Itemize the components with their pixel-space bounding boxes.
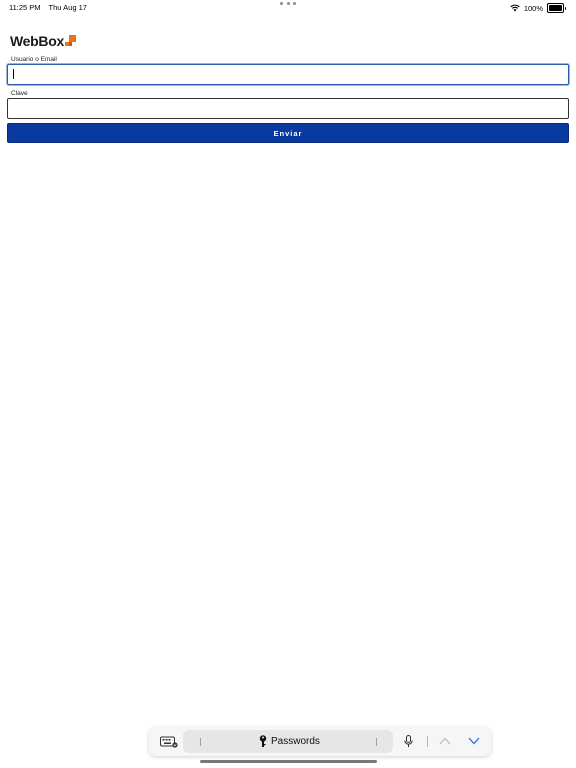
passwords-button[interactable]: Passwords <box>183 730 393 753</box>
submit-button[interactable]: Enviar <box>7 123 569 143</box>
microphone-icon[interactable] <box>404 735 413 748</box>
username-label: Usuario o Email <box>11 56 57 63</box>
text-caret <box>13 69 14 79</box>
keyboard-hide-icon[interactable] <box>160 736 178 748</box>
chevron-down-icon[interactable] <box>468 737 480 745</box>
username-input[interactable] <box>7 64 569 85</box>
battery-percent: 100% <box>523 3 543 13</box>
status-time: 11:25 PM <box>9 3 41 12</box>
webbox-logo: WebBox <box>10 33 76 49</box>
multitasking-dots-icon[interactable] <box>280 2 296 5</box>
battery-icon <box>547 3 566 13</box>
logo-text: WebBox <box>10 33 64 49</box>
toolbar-divider <box>427 736 428 747</box>
status-right: 100% <box>510 3 566 13</box>
status-left: 11:25 PM Thu Aug 17 <box>9 3 87 12</box>
password-input[interactable] <box>7 98 569 119</box>
passwords-label: Passwords <box>271 736 320 747</box>
key-icon <box>259 735 267 747</box>
chevron-up-icon[interactable] <box>439 737 451 745</box>
status-date: Thu Aug 17 <box>48 3 87 12</box>
wifi-icon <box>510 4 520 12</box>
keyboard-shortcut-bar: Passwords <box>149 727 491 756</box>
status-bar: 11:25 PM Thu Aug 17 100% <box>0 0 576 16</box>
home-indicator[interactable] <box>200 760 377 763</box>
logo-mark-icon <box>64 35 76 46</box>
password-label: Clave <box>11 90 28 97</box>
